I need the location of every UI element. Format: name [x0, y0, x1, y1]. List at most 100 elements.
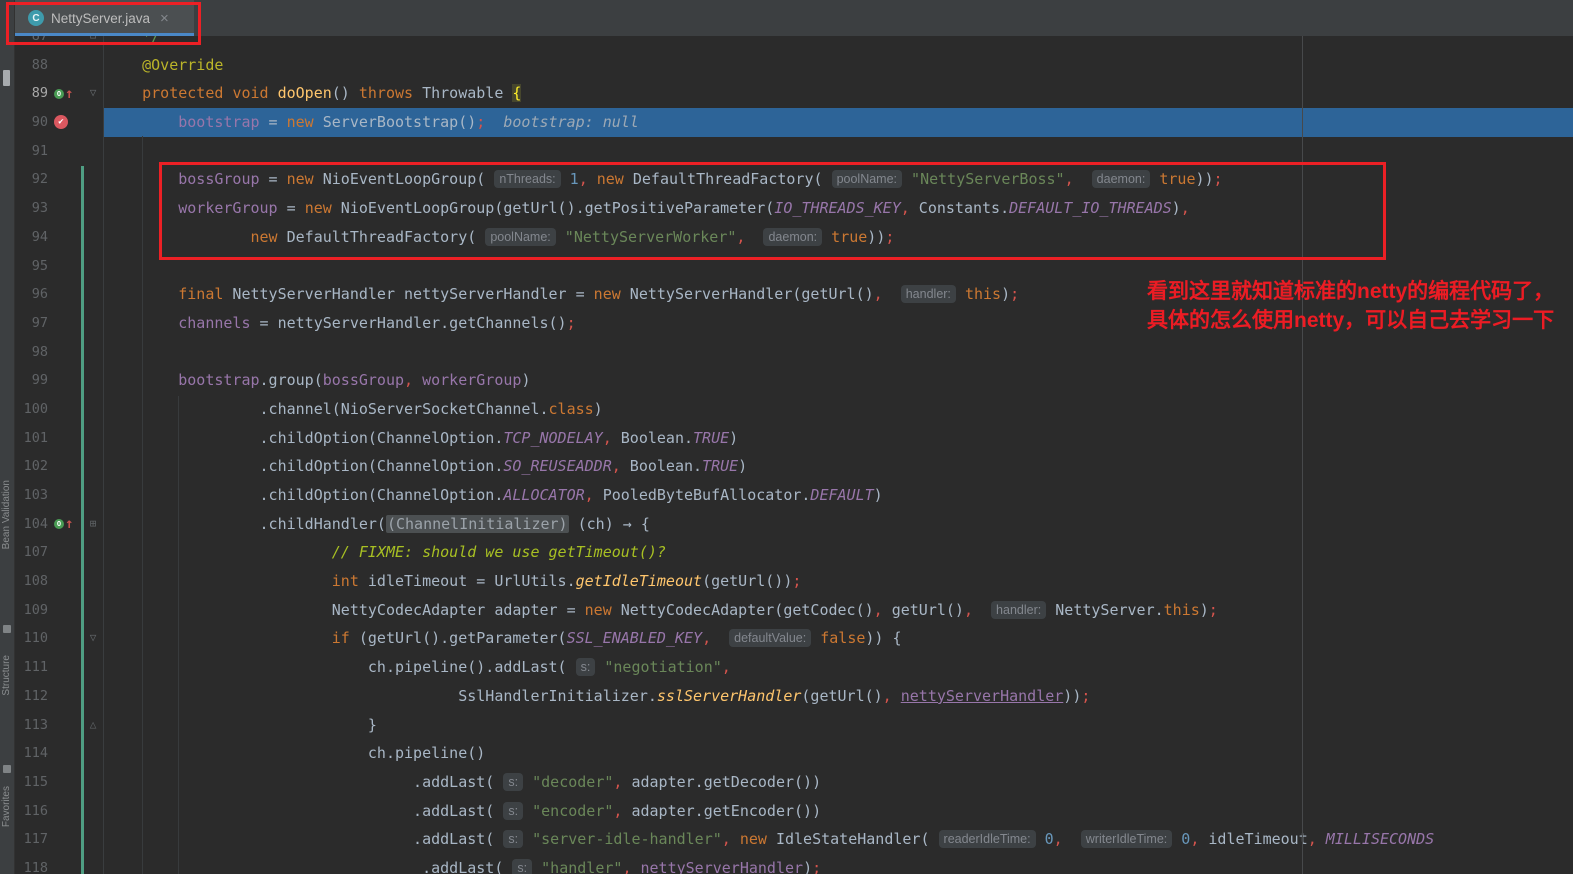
line-number[interactable]: 111 [14, 653, 48, 682]
code-line[interactable]: 104O↑ ⊞ .childHandler((ChannelInitializer… [14, 510, 1573, 539]
toolwindow-bean-validation[interactable]: Bean Validation [1, 480, 12, 549]
code-line[interactable]: 107 // FIXME: should we use getTimeout()… [14, 538, 1573, 567]
code-text[interactable]: */ [106, 36, 1573, 51]
gutter[interactable]: 117 [14, 825, 106, 854]
code-text[interactable]: .channel(NioServerSocketChannel.class) [106, 395, 1573, 424]
code-line[interactable]: 101 .childOption(ChannelOption.TCP_NODEL… [14, 424, 1573, 453]
line-number[interactable]: 97 [14, 309, 48, 338]
code-text[interactable]: .childOption(ChannelOption.ALLOCATOR, Po… [106, 481, 1573, 510]
code-line[interactable]: 112 SslHandlerInitializer.sslServerHandl… [14, 682, 1573, 711]
code-text[interactable]: bootstrap.group(bossGroup, workerGroup) [106, 366, 1573, 395]
code-text[interactable]: NettyCodecAdapter adapter = new NettyCod… [106, 596, 1573, 625]
code-text[interactable]: .childOption(ChannelOption.SO_REUSEADDR,… [106, 452, 1573, 481]
line-number[interactable]: 116 [14, 797, 48, 826]
code-line[interactable]: 117 .addLast( s: "server-idle-handler", … [14, 825, 1573, 854]
gutter[interactable]: 108 [14, 567, 106, 596]
gutter[interactable]: 114 [14, 739, 106, 768]
code-text[interactable] [106, 338, 1573, 367]
line-number[interactable]: 107 [14, 538, 48, 567]
code-text[interactable]: .childOption(ChannelOption.TCP_NODELAY, … [106, 424, 1573, 453]
gutter[interactable]: 102 [14, 452, 106, 481]
line-number[interactable]: 117 [14, 825, 48, 854]
gutter[interactable]: 92 [14, 165, 106, 194]
line-number[interactable]: 114 [14, 739, 48, 768]
gutter[interactable]: 98 [14, 338, 106, 367]
code-text[interactable]: // FIXME: should we use getTimeout()? [106, 538, 1573, 567]
gutter[interactable]: 112 [14, 682, 106, 711]
code-text[interactable]: protected void doOpen() throws Throwable… [106, 79, 1573, 108]
line-number[interactable]: 101 [14, 424, 48, 453]
gutter[interactable]: 110▽ [14, 624, 106, 653]
gutter[interactable]: 89O↑▽ [14, 79, 106, 108]
code-text[interactable]: .addLast( s: "encoder", adapter.getEncod… [106, 797, 1573, 826]
gutter[interactable]: 111 [14, 653, 106, 682]
line-number[interactable]: 100 [14, 395, 48, 424]
code-text[interactable]: int idleTimeout = UrlUtils.getIdleTimeou… [106, 567, 1573, 596]
gutter[interactable]: 94 [14, 223, 106, 252]
fold-marker[interactable]: ▽ [84, 624, 102, 653]
line-number[interactable]: 92 [14, 165, 48, 194]
gutter[interactable]: 104O↑ ⊞ [14, 510, 106, 539]
code-line[interactable]: 100 .channel(NioServerSocketChannel.clas… [14, 395, 1573, 424]
gutter[interactable]: 97 [14, 309, 106, 338]
gutter[interactable]: 109 [14, 596, 106, 625]
code-line[interactable]: 87⊟ */ [14, 36, 1573, 51]
code-text[interactable]: ch.pipeline() [106, 739, 1573, 768]
gutter[interactable]: 91 [14, 137, 106, 166]
code-line[interactable]: 108 int idleTimeout = UrlUtils.getIdleTi… [14, 567, 1573, 596]
code-line[interactable]: 90✔ bootstrap = new ServerBootstrap(); b… [14, 108, 1573, 137]
gutter[interactable]: 101 [14, 424, 106, 453]
toolwindow-structure[interactable]: Structure [1, 655, 12, 696]
code-text[interactable]: .childHandler((ChannelInitializer) (ch) … [106, 510, 1573, 539]
code-line[interactable]: 88 @Override [14, 51, 1573, 80]
gutter[interactable]: 118 [14, 854, 106, 874]
toolwindow-icon[interactable] [3, 765, 11, 773]
code-line[interactable]: 109 NettyCodecAdapter adapter = new Nett… [14, 596, 1573, 625]
gutter[interactable]: 96 [14, 280, 106, 309]
line-number[interactable]: 96 [14, 280, 48, 309]
code-line[interactable]: 115 .addLast( s: "decoder", adapter.getD… [14, 768, 1573, 797]
code-line[interactable]: 89O↑▽ protected void doOpen() throws Thr… [14, 79, 1573, 108]
line-number[interactable]: 99 [14, 366, 48, 395]
toolwindow-favorites[interactable]: Favorites [1, 786, 12, 827]
gutter[interactable]: 93 [14, 194, 106, 223]
code-line[interactable]: 98 [14, 338, 1573, 367]
code-text[interactable]: if (getUrl().getParameter(SSL_ENABLED_KE… [106, 624, 1573, 653]
gutter[interactable]: 99 [14, 366, 106, 395]
toolwindow-icon[interactable] [3, 625, 11, 633]
code-text[interactable]: .addLast( s: "decoder", adapter.getDecod… [106, 768, 1573, 797]
fold-marker[interactable]: ⊞ [84, 510, 102, 539]
line-number[interactable]: 104 [14, 510, 48, 539]
breakpoint-check-icon[interactable]: ✔ [54, 108, 68, 137]
code-text[interactable]: SslHandlerInitializer.sslServerHandler(g… [106, 682, 1573, 711]
code-line[interactable]: 102 .childOption(ChannelOption.SO_REUSEA… [14, 452, 1573, 481]
code-line[interactable]: 99 bootstrap.group(bossGroup, workerGrou… [14, 366, 1573, 395]
gutter[interactable]: 116 [14, 797, 106, 826]
fold-marker[interactable]: △ [84, 711, 102, 740]
code-line[interactable]: 116 .addLast( s: "encoder", adapter.getE… [14, 797, 1573, 826]
line-number[interactable]: 91 [14, 137, 48, 166]
code-line[interactable]: 110▽ if (getUrl().getParameter(SSL_ENABL… [14, 624, 1573, 653]
line-number[interactable]: 115 [14, 768, 48, 797]
line-number[interactable]: 118 [14, 854, 48, 874]
code-text[interactable]: } [106, 711, 1573, 740]
line-number[interactable]: 94 [14, 223, 48, 252]
code-text[interactable]: .addLast( s: "handler", nettyServerHandl… [106, 854, 1573, 874]
gutter[interactable]: 107 [14, 538, 106, 567]
gutter[interactable]: 88 [14, 51, 106, 80]
line-number[interactable]: 90 [14, 108, 48, 137]
code-text[interactable]: ch.pipeline().addLast( s: "negotiation", [106, 653, 1573, 682]
gutter[interactable]: 103 [14, 481, 106, 510]
line-number[interactable]: 89 [14, 79, 48, 108]
code-line[interactable]: 118 .addLast( s: "handler", nettyServerH… [14, 854, 1573, 874]
code-line[interactable]: 111 ch.pipeline().addLast( s: "negotiati… [14, 653, 1573, 682]
code-text[interactable]: bootstrap = new ServerBootstrap(); boots… [106, 108, 1573, 137]
code-line[interactable]: 114 ch.pipeline() [14, 739, 1573, 768]
code-line[interactable]: 103 .childOption(ChannelOption.ALLOCATOR… [14, 481, 1573, 510]
line-number[interactable]: 93 [14, 194, 48, 223]
override-method-icon[interactable]: O↑ [54, 510, 73, 539]
code-text[interactable]: @Override [106, 51, 1573, 80]
gutter[interactable]: 100 [14, 395, 106, 424]
line-number[interactable]: 108 [14, 567, 48, 596]
fold-marker[interactable]: ▽ [84, 79, 102, 108]
